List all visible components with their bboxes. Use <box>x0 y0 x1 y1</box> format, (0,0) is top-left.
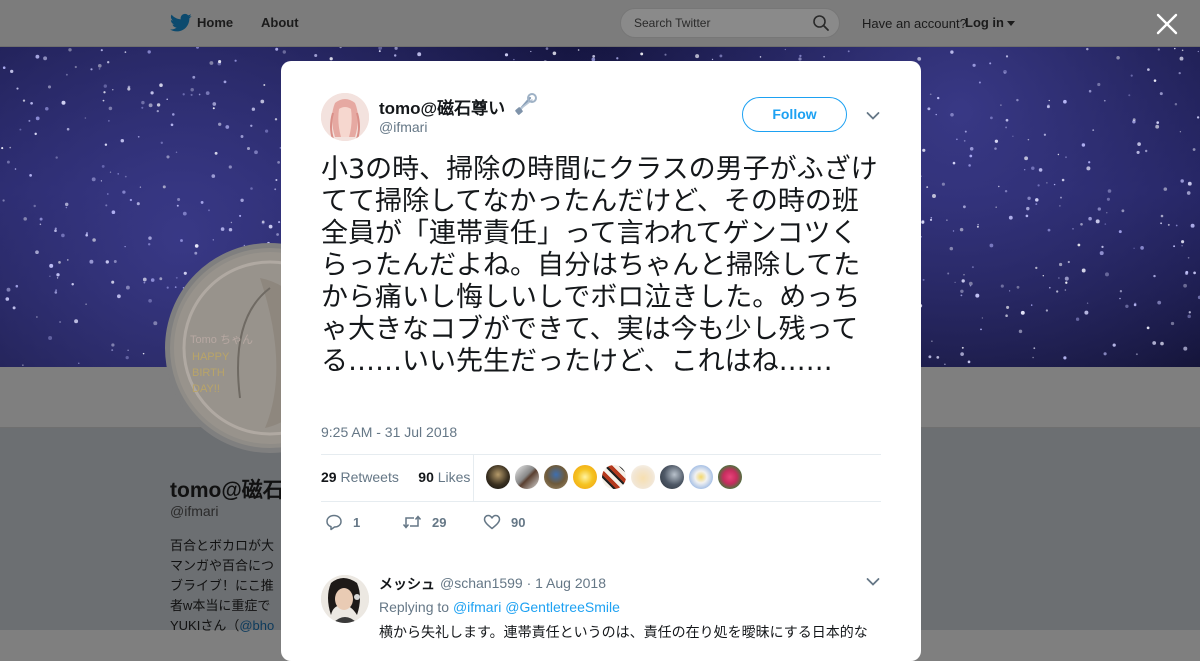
retweets-count[interactable]: 29 <box>321 469 337 485</box>
liker-avatar[interactable] <box>631 465 655 489</box>
liker-avatar[interactable] <box>544 465 568 489</box>
chevron-down-icon[interactable] <box>866 111 880 121</box>
retweet-count: 29 <box>432 514 447 530</box>
follow-button[interactable]: Follow <box>742 97 847 132</box>
avatar-text-2: HAPPY <box>192 351 230 363</box>
likes-count[interactable]: 90 <box>418 469 434 485</box>
chevron-down-icon[interactable] <box>866 577 880 587</box>
login-link[interactable]: Log in <box>965 15 1004 30</box>
safety-pin-icon <box>515 93 537 115</box>
mention-link[interactable]: @ifmari <box>453 599 501 615</box>
bio-line: ブライブ！にこ推 <box>170 578 274 593</box>
reply-text: 横から失礼します。連帯責任というのは、責任の在り処を曖昧にする日本的な <box>379 624 868 640</box>
avatar-text-1: Tomo ちゃん <box>190 333 253 346</box>
profile-handle: @ifmari <box>170 503 219 519</box>
nav-home[interactable]: Home <box>197 15 233 30</box>
replying-to-label: Replying to <box>379 599 450 615</box>
profile-name: tomo@磁石 <box>170 479 284 502</box>
liker-avatar[interactable] <box>602 465 626 489</box>
reply-avatar-image <box>321 575 369 623</box>
bio-line: 百合とボカロが大 <box>170 538 275 553</box>
liker-avatar[interactable] <box>573 465 597 489</box>
like-count: 90 <box>511 514 526 530</box>
reply-count: 1 <box>353 514 361 530</box>
likes-label[interactable]: Likes <box>438 469 471 485</box>
liker-avatar[interactable] <box>515 465 539 489</box>
reply-icon[interactable] <box>325 513 343 531</box>
avatar-text-4: DAY!! <box>192 383 220 395</box>
close-icon[interactable] <box>1154 11 1180 37</box>
login-caret-icon[interactable] <box>1007 21 1015 26</box>
author-avatar[interactable] <box>321 93 369 141</box>
nav-about[interactable]: About <box>261 15 299 30</box>
author-handle[interactable]: @ifmari <box>379 119 427 135</box>
stats-separator <box>473 454 474 501</box>
bio-last-text: YUKIさん（ <box>170 618 240 633</box>
tweet-modal: tomo@磁石尊い @ifmari Follow 小3の時、掃除の時間にクラスの… <box>281 61 921 661</box>
retweets-label[interactable]: Retweets <box>340 469 398 485</box>
author-avatar-image <box>321 93 369 141</box>
retweet-action[interactable]: 29 <box>402 513 446 531</box>
tweet-stats: 29 Retweets 90 Likes <box>321 469 470 485</box>
liker-avatar[interactable] <box>486 465 510 489</box>
liker-avatar[interactable] <box>718 465 742 489</box>
reply-author-name[interactable]: メッシュ <box>379 574 435 594</box>
tweet-timestamp[interactable]: 9:25 AM - 31 Jul 2018 <box>321 424 457 440</box>
bio-line: マンガや百合につ <box>170 558 275 573</box>
like-action[interactable]: 90 <box>483 513 525 531</box>
liker-avatar[interactable] <box>689 465 713 489</box>
top-navigation-bar: Home About Have an account? Log in <box>0 0 1200 47</box>
liker-avatar[interactable] <box>660 465 684 489</box>
author-name[interactable]: tomo@磁石尊い <box>379 94 505 119</box>
reply-meta[interactable]: @schan1599 · 1 Aug 2018 <box>440 575 606 591</box>
reply-author-avatar[interactable] <box>321 575 369 623</box>
search-icon[interactable] <box>812 14 830 32</box>
tweet-text: 小3の時、掃除の時間にクラスの男子がふざけてて掃除してなかったんだけど、その時の… <box>321 154 878 377</box>
bio-mention-link[interactable]: @bho <box>239 618 274 633</box>
reply-action[interactable]: 1 <box>325 513 360 531</box>
retweet-icon[interactable] <box>402 513 422 531</box>
divider <box>321 454 881 455</box>
divider <box>321 501 881 502</box>
twitter-bird-icon[interactable] <box>170 13 192 33</box>
avatar-text-3: BIRTH <box>192 367 225 379</box>
bio-line: YUKIさん（@bho <box>170 615 274 634</box>
search-input[interactable] <box>620 8 840 38</box>
have-account-text: Have an account? <box>862 16 967 31</box>
replying-to: Replying to @ifmari @GentletreeSmile <box>379 599 620 615</box>
bio-line: 者w本当に重症で <box>170 598 271 613</box>
like-icon[interactable] <box>483 513 501 531</box>
mention-link[interactable]: @GentletreeSmile <box>505 599 620 615</box>
